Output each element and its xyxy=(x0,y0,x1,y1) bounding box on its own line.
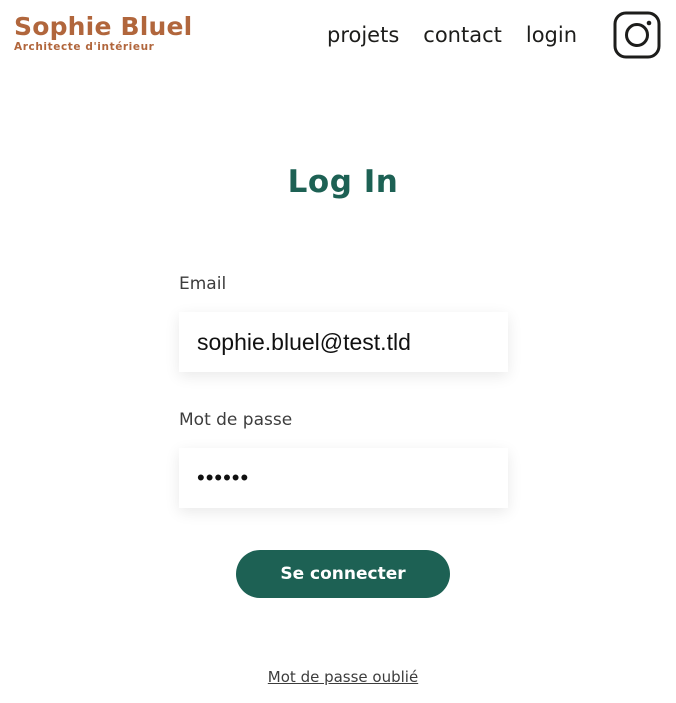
logo-title: Sophie Bluel xyxy=(14,12,193,41)
logo[interactable]: Sophie Bluel Architecte d'intérieur xyxy=(14,12,192,53)
password-field[interactable] xyxy=(179,448,508,508)
forgot-password-link[interactable]: Mot de passe oublié xyxy=(0,666,676,688)
nav-contact-link[interactable]: contact xyxy=(423,21,502,49)
instagram-icon[interactable] xyxy=(613,11,661,59)
login-submit-button[interactable]: Se connecter xyxy=(236,550,450,598)
page-title: Log In xyxy=(287,164,399,200)
main-nav: projets contact login xyxy=(327,21,577,49)
site-header: Sophie Bluel Architecte d'intérieur proj… xyxy=(0,0,676,70)
password-label: Mot de passe xyxy=(179,410,293,430)
email-label: Email xyxy=(179,274,227,294)
email-field[interactable] xyxy=(179,312,508,372)
nav-projets-link[interactable]: projets xyxy=(327,21,399,49)
nav-login-link[interactable]: login xyxy=(526,21,577,49)
logo-subtitle: Architecte d'intérieur xyxy=(14,41,155,53)
